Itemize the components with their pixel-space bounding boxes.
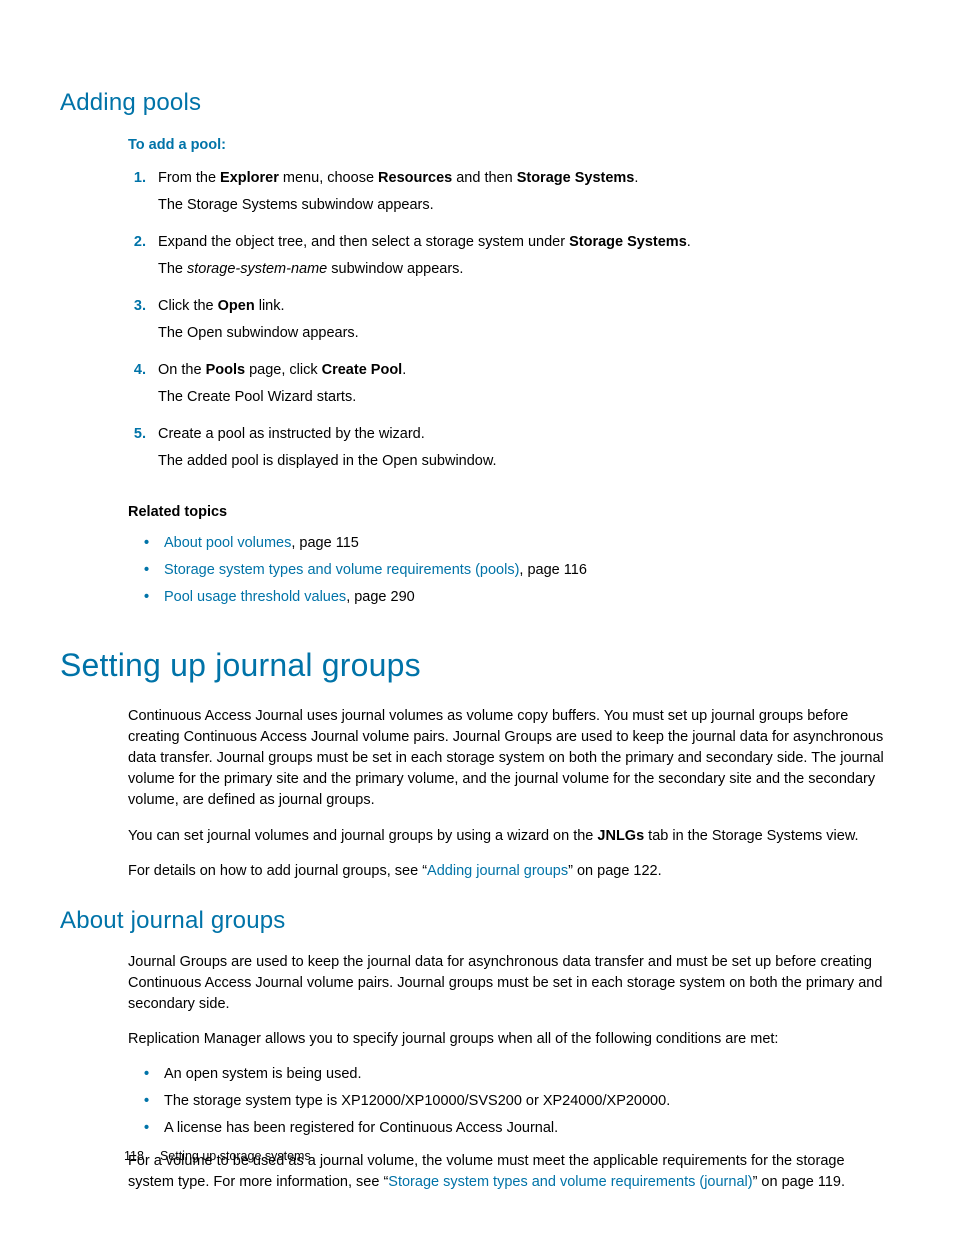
procedure-step: 3. Click the Open link. The Open subwind… xyxy=(128,296,894,350)
bold-term: Open xyxy=(218,298,255,314)
list-item: • A license has been registered for Cont… xyxy=(144,1118,894,1139)
text-run: On the xyxy=(158,362,206,378)
text-run: and then xyxy=(452,170,517,186)
step-number: 4. xyxy=(128,360,158,414)
step-text: Expand the object tree, and then select … xyxy=(158,232,894,253)
bold-term: JNLGs xyxy=(597,828,644,844)
text-run: subwindow appears. xyxy=(327,261,463,277)
procedure-step: 2. Expand the object tree, and then sele… xyxy=(128,232,894,286)
heading-setting-up-journal-groups: Setting up journal groups xyxy=(60,642,894,688)
text-run: Click the xyxy=(158,298,218,314)
text-run: menu, choose xyxy=(279,170,378,186)
bullet-icon: • xyxy=(144,1118,164,1139)
italic-term: storage-system-name xyxy=(187,261,327,277)
step-text: Create a pool as instructed by the wizar… xyxy=(158,424,894,445)
cross-ref-link[interactable]: Storage system types and volume requirem… xyxy=(388,1174,752,1190)
heading-about-journal-groups: About journal groups xyxy=(60,904,894,939)
text-run: Expand the object tree, and then select … xyxy=(158,234,569,250)
related-topics-heading: Related topics xyxy=(128,502,894,523)
page-number: 118 xyxy=(124,1149,144,1163)
step-text: From the Explorer menu, choose Resources… xyxy=(158,168,894,189)
related-link[interactable]: Pool usage threshold values xyxy=(164,589,346,605)
procedure-step: 4. On the Pools page, click Create Pool.… xyxy=(128,360,894,414)
step-text: On the Pools page, click Create Pool. xyxy=(158,360,894,381)
step-result: The added pool is displayed in the Open … xyxy=(158,451,894,472)
procedure-lead-in: To add a pool: xyxy=(128,135,894,156)
related-topic-item: • About pool volumes, page 115 xyxy=(144,533,894,554)
text-run: tab in the Storage Systems view. xyxy=(644,828,858,844)
body-paragraph: Continuous Access Journal uses journal v… xyxy=(128,706,894,811)
step-result: The Open subwindow appears. xyxy=(158,323,894,344)
cross-ref-link[interactable]: Adding journal groups xyxy=(427,863,568,879)
list-item-text: A license has been registered for Contin… xyxy=(164,1118,894,1139)
page-ref: , page 116 xyxy=(519,562,586,578)
step-result: The Storage Systems subwindow appears. xyxy=(158,195,894,216)
bold-term: Storage Systems xyxy=(517,170,635,186)
text-run: From the xyxy=(158,170,220,186)
page-ref: , page 115 xyxy=(291,535,358,551)
step-number: 2. xyxy=(128,232,158,286)
related-topic-item: • Pool usage threshold values, page 290 xyxy=(144,587,894,608)
text-run: . xyxy=(687,234,691,250)
text-run: For details on how to add journal groups… xyxy=(128,863,427,879)
text-run: . xyxy=(402,362,406,378)
step-text: Click the Open link. xyxy=(158,296,894,317)
related-topic-item: • Storage system types and volume requir… xyxy=(144,560,894,581)
procedure-step: 5. Create a pool as instructed by the wi… xyxy=(128,424,894,478)
step-number: 3. xyxy=(128,296,158,350)
bold-term: Storage Systems xyxy=(569,234,687,250)
list-item-text: An open system is being used. xyxy=(164,1064,894,1085)
text-run: The xyxy=(158,261,187,277)
page-footer: 118 Setting up storage systems xyxy=(124,1147,311,1165)
related-link[interactable]: Storage system types and volume requirem… xyxy=(164,562,519,578)
related-link[interactable]: About pool volumes xyxy=(164,535,291,551)
step-result: The storage-system-name subwindow appear… xyxy=(158,259,894,280)
text-run: You can set journal volumes and journal … xyxy=(128,828,597,844)
bold-term: Explorer xyxy=(220,170,279,186)
body-paragraph: Journal Groups are used to keep the jour… xyxy=(128,952,894,1015)
list-item: • The storage system type is XP12000/XP1… xyxy=(144,1091,894,1112)
body-paragraph: For details on how to add journal groups… xyxy=(128,861,894,882)
heading-adding-pools: Adding pools xyxy=(60,86,894,121)
bullet-icon: • xyxy=(144,1064,164,1085)
bold-term: Create Pool xyxy=(322,362,403,378)
text-run: ” on page 119. xyxy=(753,1174,845,1190)
page-ref: , page 290 xyxy=(346,589,415,605)
body-paragraph: You can set journal volumes and journal … xyxy=(128,826,894,847)
text-run: page, click xyxy=(245,362,322,378)
bullet-icon: • xyxy=(144,560,164,581)
step-result: The Create Pool Wizard starts. xyxy=(158,387,894,408)
text-run: link. xyxy=(255,298,285,314)
list-item: • An open system is being used. xyxy=(144,1064,894,1085)
procedure-step: 1. From the Explorer menu, choose Resour… xyxy=(128,168,894,222)
bullet-icon: • xyxy=(144,533,164,554)
chapter-title: Setting up storage systems xyxy=(160,1149,311,1163)
step-number: 5. xyxy=(128,424,158,478)
text-run: ” on page 122. xyxy=(568,863,662,879)
step-number: 1. xyxy=(128,168,158,222)
bullet-icon: • xyxy=(144,1091,164,1112)
bullet-icon: • xyxy=(144,587,164,608)
list-item-text: The storage system type is XP12000/XP100… xyxy=(164,1091,894,1112)
text-run: . xyxy=(634,170,638,186)
bold-term: Resources xyxy=(378,170,452,186)
bold-term: Pools xyxy=(206,362,245,378)
body-paragraph: Replication Manager allows you to specif… xyxy=(128,1029,894,1050)
